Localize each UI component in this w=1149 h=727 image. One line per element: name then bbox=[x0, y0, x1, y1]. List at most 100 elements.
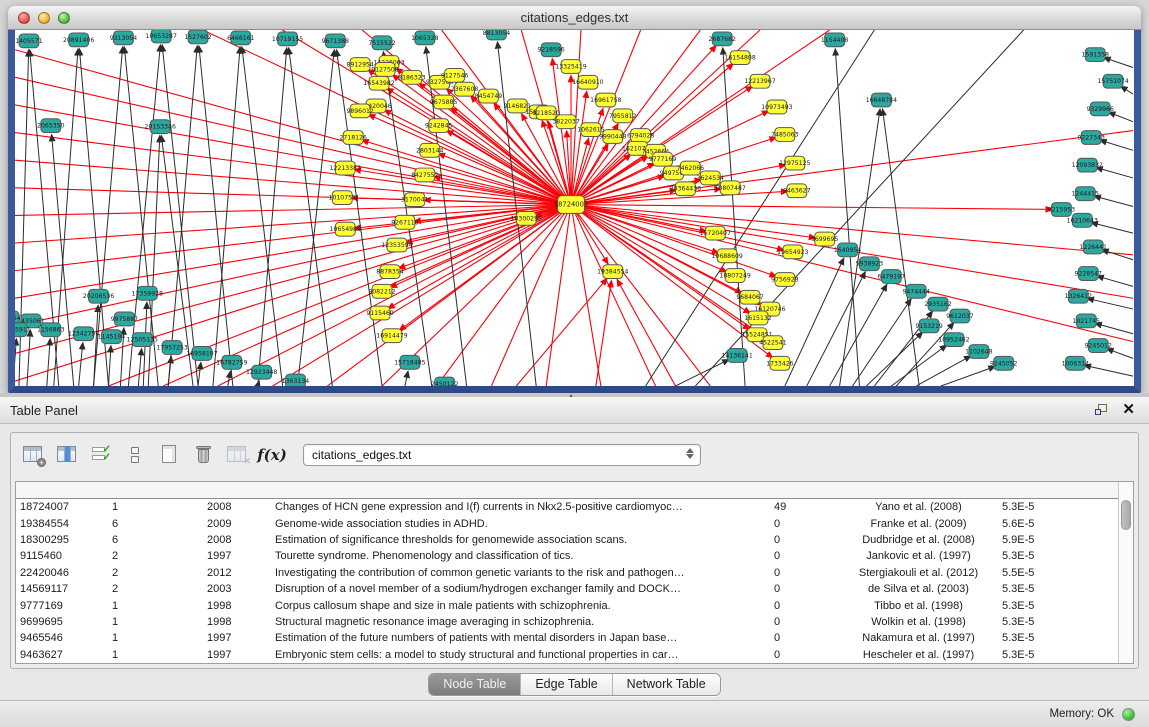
graph-node[interactable]: 1527602 bbox=[184, 30, 211, 44]
cell-in_degree[interactable]: 1 bbox=[106, 649, 202, 661]
graph-node[interactable]: 1244415 bbox=[1072, 187, 1099, 201]
cell-title[interactable]: Embryonic stem cells: a model to study s… bbox=[267, 649, 767, 661]
cell-in_degree[interactable]: 1 bbox=[106, 600, 202, 612]
graph-node[interactable]: 1405571 bbox=[15, 34, 42, 48]
graph-node[interactable]: 16782759 bbox=[216, 355, 247, 369]
tab-network-table[interactable]: Network Table bbox=[613, 674, 720, 695]
cell-short[interactable]: Tibbo et al. (1998) bbox=[845, 600, 992, 612]
cell-pagerank[interactable]: 5.3E-5 bbox=[992, 501, 1104, 513]
graph-node[interactable]: 16154808 bbox=[724, 51, 755, 65]
cell-in_degree[interactable]: 2 bbox=[106, 567, 202, 579]
graph-node[interactable]: 10688609 bbox=[712, 249, 743, 263]
cell-name[interactable]: 9115460 bbox=[16, 550, 106, 562]
graph-node[interactable]: 1363134 bbox=[282, 374, 309, 386]
graph-node[interactable]: 9756928 bbox=[771, 273, 798, 287]
graph-node[interactable]: 16210643 bbox=[1067, 213, 1098, 227]
graph-node[interactable]: 9612037 bbox=[946, 309, 973, 323]
vertical-scrollbar[interactable] bbox=[1118, 482, 1133, 663]
graph-node[interactable]: 8878354 bbox=[376, 265, 403, 279]
graph-node[interactable]: 9675885 bbox=[430, 95, 457, 109]
cell-year[interactable]: 1998 bbox=[202, 600, 267, 612]
graph-node[interactable]: 9329966 bbox=[1086, 102, 1113, 116]
cell-name[interactable]: 9777169 bbox=[16, 600, 106, 612]
table-row[interactable]: 946554611997Estimation of the future num… bbox=[16, 630, 1118, 646]
network-view-canvas[interactable]: 1872400714055712089140693130541065328715… bbox=[15, 30, 1134, 386]
table-row[interactable]: 977716911998Corpus callosum shape and si… bbox=[16, 597, 1118, 613]
cell-out_degree[interactable]: 0 bbox=[767, 649, 845, 661]
graph-node[interactable]: 9267110 bbox=[391, 215, 418, 229]
graph-node[interactable]: 9127546 bbox=[441, 68, 468, 82]
cell-pagerank[interactable]: 5.3E-5 bbox=[992, 550, 1104, 562]
graph-node[interactable]: 7955812 bbox=[609, 109, 636, 123]
cell-year[interactable]: 1997 bbox=[202, 632, 267, 644]
cell-year[interactable]: 2008 bbox=[202, 534, 267, 546]
cell-out_degree[interactable]: 0 bbox=[767, 632, 845, 644]
graph-node[interactable]: 8813054 bbox=[483, 30, 510, 40]
scrollbar-thumb[interactable] bbox=[1121, 500, 1131, 530]
graph-node[interactable]: 1615132 bbox=[744, 311, 771, 325]
graph-node[interactable]: 14136141 bbox=[721, 349, 752, 363]
graph-node[interactable]: 9242845 bbox=[425, 119, 452, 133]
graph-node[interactable]: 1021745 bbox=[1073, 314, 1100, 328]
close-panel-icon[interactable]: ✕ bbox=[1122, 403, 1135, 417]
graph-node[interactable]: 1102648 bbox=[965, 345, 992, 359]
cell-name[interactable]: 22420046 bbox=[16, 567, 106, 579]
new-column-icon[interactable] bbox=[155, 440, 185, 470]
table-selector-dropdown[interactable]: citations_edges.txt bbox=[303, 444, 701, 466]
cell-year[interactable]: 1998 bbox=[202, 616, 267, 628]
cell-short[interactable]: Yano et al. (2008) bbox=[845, 501, 992, 513]
graph-node[interactable]: 9228547 bbox=[1075, 267, 1102, 281]
deselect-rows-icon[interactable] bbox=[121, 440, 151, 470]
graph-node[interactable]: 15718485 bbox=[394, 355, 425, 369]
graph-node[interactable]: 2803144 bbox=[416, 143, 443, 157]
graph-node[interactable]: 9990448 bbox=[599, 130, 626, 144]
table-row[interactable]: 1830029562008Estimation of significance … bbox=[16, 532, 1118, 548]
graph-node[interactable]: 7515522 bbox=[368, 36, 395, 50]
tab-edge-table[interactable]: Edge Table bbox=[521, 674, 612, 695]
tab-node-table[interactable]: Node Table bbox=[429, 674, 521, 695]
graph-node[interactable]: 1156863 bbox=[37, 323, 64, 337]
cell-title[interactable]: Estimation of significance thresholds fo… bbox=[267, 534, 767, 546]
graph-node[interactable]: 9684067 bbox=[736, 290, 763, 304]
graph-node[interactable]: 9153219 bbox=[915, 319, 942, 333]
cell-short[interactable]: Jankovic et al. (1997) bbox=[845, 550, 992, 562]
show-columns-icon[interactable] bbox=[53, 440, 83, 470]
cell-out_degree[interactable]: 49 bbox=[767, 501, 845, 513]
graph-node[interactable]: 16958107 bbox=[186, 347, 217, 361]
graph-node[interactable]: 16543982 bbox=[363, 76, 394, 90]
graph-node[interactable]: 20891406 bbox=[63, 33, 94, 47]
cell-pagerank[interactable]: 5.5E-5 bbox=[992, 567, 1104, 579]
cell-title[interactable]: Corpus callosum shape and size in male p… bbox=[267, 600, 767, 612]
select-all-rows-icon[interactable]: ✓✓ bbox=[87, 440, 117, 470]
cell-title[interactable]: Investigating the contribution of common… bbox=[267, 567, 767, 579]
cell-short[interactable]: Wolkin et al. (1998) bbox=[845, 616, 992, 628]
cell-out_degree[interactable]: 0 bbox=[767, 583, 845, 595]
cell-pagerank[interactable]: 5.3E-5 bbox=[992, 583, 1104, 595]
cell-short[interactable]: Franke et al. (2009) bbox=[845, 518, 992, 530]
graph-node[interactable]: 16640910 bbox=[572, 75, 603, 89]
table-mode-icon[interactable] bbox=[19, 440, 49, 470]
cell-short[interactable]: Dudbridge et al. (2008) bbox=[845, 534, 992, 546]
graph-node[interactable]: 9115460 bbox=[366, 306, 393, 320]
cell-name[interactable]: 9465546 bbox=[16, 632, 106, 644]
cell-out_degree[interactable]: 0 bbox=[767, 550, 845, 562]
graph-node[interactable]: 1326412 bbox=[1065, 289, 1092, 303]
graph-node[interactable]: 16914479 bbox=[376, 329, 407, 343]
delete-columns-icon[interactable] bbox=[189, 440, 219, 470]
graph-node[interactable]: 8454749 bbox=[475, 89, 502, 103]
graph-node[interactable]: 3624534 bbox=[697, 171, 724, 185]
graph-node[interactable]: 1154408 bbox=[821, 33, 848, 47]
graph-node[interactable]: 9463627 bbox=[783, 184, 810, 198]
graph-node[interactable]: 7485063 bbox=[771, 128, 798, 142]
cell-in_degree[interactable]: 6 bbox=[106, 518, 202, 530]
table-row[interactable]: 946362711997Embryonic stem cells: a mode… bbox=[16, 647, 1118, 663]
graph-node[interactable]: 6479197 bbox=[878, 270, 905, 284]
graph-node[interactable]: 9896012 bbox=[346, 104, 373, 118]
graph-node[interactable]: 1733426 bbox=[766, 356, 793, 370]
graph-node[interactable]: 3170041 bbox=[401, 193, 428, 207]
table-row[interactable]: 1872400712008Changes of HCN gene express… bbox=[16, 499, 1118, 515]
graph-node[interactable]: 10653287 bbox=[146, 30, 177, 43]
graph-node[interactable]: 5938923 bbox=[856, 257, 883, 271]
cell-short[interactable]: Hescheler et al. (1997) bbox=[845, 649, 992, 661]
float-panel-icon[interactable] bbox=[1095, 404, 1108, 416]
